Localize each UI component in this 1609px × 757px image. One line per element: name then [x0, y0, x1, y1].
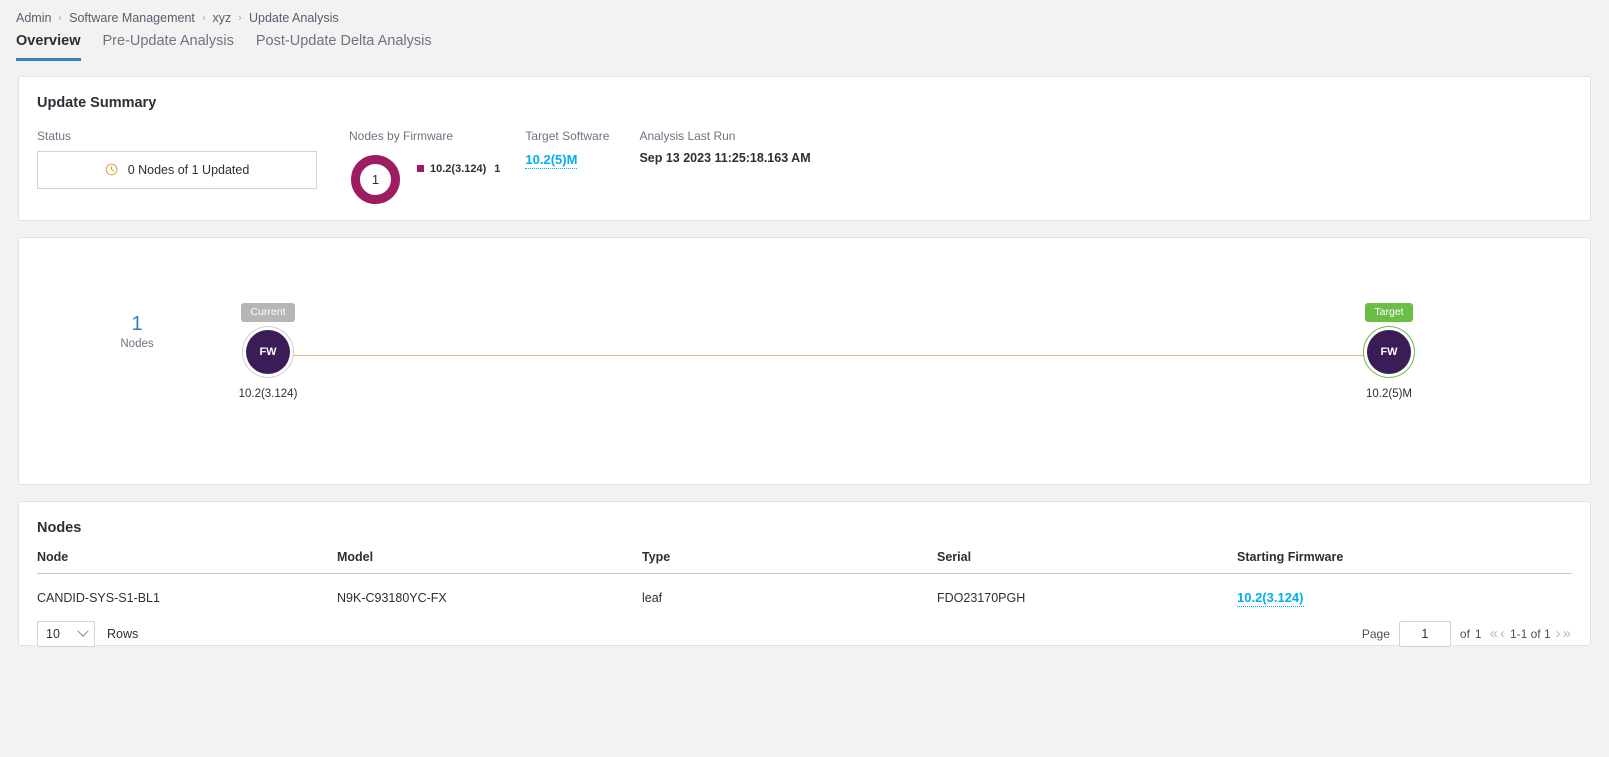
- target-software-link[interactable]: 10.2(5)M: [525, 152, 578, 169]
- breadcrumb-item-update-analysis: Update Analysis: [248, 11, 339, 25]
- firmware-timeline-card: 1 Nodes Current FW 10.2(3.124) Target FW…: [18, 236, 1591, 485]
- of-label: of: [1459, 626, 1470, 641]
- status-block: Status 0 Nodes of 1 Updated: [37, 129, 317, 206]
- breadcrumb-item-software-management[interactable]: Software Management: [69, 11, 195, 25]
- first-page-icon[interactable]: «: [1489, 626, 1499, 641]
- pagination-controls: Page of 1 « ‹ 1-1 of 1 › »: [1361, 620, 1572, 647]
- rows-label: Rows: [107, 626, 139, 641]
- table-row[interactable]: CANDID-SYS-S1-BL1 N9K-C93180YC-FX leaf F…: [37, 573, 1572, 607]
- analysis-last-run-label: Analysis Last Run: [639, 128, 736, 143]
- current-badge: Current: [241, 302, 295, 322]
- last-page-icon[interactable]: »: [1562, 626, 1572, 641]
- breadcrumb-item-admin[interactable]: Admin: [16, 11, 51, 25]
- timeline-target-node[interactable]: Target FW 10.2(5)M: [1329, 302, 1449, 400]
- breadcrumb-separator-icon: ›: [202, 12, 206, 24]
- column-header-serial[interactable]: Serial: [937, 549, 1237, 574]
- column-header-starting-firmware[interactable]: Starting Firmware: [1237, 549, 1572, 574]
- table-header-row: Node Model Type Serial Starting Firmware: [37, 549, 1572, 574]
- page-number-input[interactable]: [1398, 620, 1451, 647]
- cell-serial: FDO23170PGH: [937, 591, 1026, 606]
- target-software-label: Target Software: [525, 128, 610, 143]
- timeline-nodes-count: 1 Nodes: [117, 313, 157, 350]
- cell-type: leaf: [642, 591, 663, 606]
- total-pages: 1: [1474, 626, 1482, 641]
- tab-pre-update-analysis[interactable]: Pre-Update Analysis: [103, 33, 234, 61]
- nodes-card: Nodes Node Model Type Serial Starting Fi…: [18, 500, 1591, 647]
- donut-legend: 10.2(3.124) 1: [417, 163, 500, 175]
- page-range-text: 1-1 of 1: [1509, 626, 1551, 641]
- cell-model: N9K-C93180YC-FX: [337, 591, 447, 606]
- legend-value: 1: [494, 162, 501, 175]
- status-badge: 0 Nodes of 1 Updated: [37, 150, 317, 189]
- column-header-node[interactable]: Node: [37, 549, 337, 574]
- tab-post-update-delta-analysis[interactable]: Post-Update Delta Analysis: [256, 33, 432, 61]
- tab-overview[interactable]: Overview: [16, 33, 81, 61]
- update-summary-card: Update Summary Status 0 Nodes of 1 Updat…: [18, 75, 1591, 221]
- starting-firmware-link[interactable]: 10.2(3.124): [1237, 590, 1304, 607]
- timeline-nodes-count-value: 1: [131, 312, 143, 335]
- nodes-by-firmware-donut-chart: 1: [349, 153, 402, 206]
- update-summary-title: Update Summary: [37, 94, 157, 111]
- current-firmware-circle[interactable]: FW: [246, 329, 290, 374]
- timeline-nodes-count-label: Nodes: [120, 337, 154, 350]
- clock-icon: [105, 164, 118, 176]
- tab-bar: Overview Pre-Update Analysis Post-Update…: [0, 25, 1609, 61]
- page-label: Page: [1361, 626, 1390, 641]
- legend-label: 10.2(3.124): [430, 162, 487, 175]
- nodes-table: Node Model Type Serial Starting Firmware…: [37, 549, 1572, 607]
- current-firmware-label: 10.2(3.124): [238, 387, 298, 400]
- pagination-bar: 10 25 50 100 Rows Page of 1 « ‹ 1-1 of 1…: [19, 607, 1590, 647]
- status-text: 0 Nodes of 1 Updated: [127, 162, 250, 177]
- analysis-last-run-block: Analysis Last Run Sep 13 2023 11:25:18.1…: [639, 129, 810, 206]
- target-software-block: Target Software 10.2(5)M: [525, 129, 609, 206]
- status-label: Status: [37, 128, 72, 143]
- cell-node: CANDID-SYS-S1-BL1: [37, 591, 160, 606]
- breadcrumb: Admin › Software Management › xyz › Upda…: [0, 0, 1609, 25]
- target-firmware-circle[interactable]: FW: [1367, 329, 1411, 374]
- target-firmware-label: 10.2(5)M: [1365, 387, 1413, 400]
- legend-marker-icon: [417, 165, 424, 173]
- donut-center-value: 1: [371, 171, 380, 187]
- rows-per-page-select[interactable]: 10 25 50 100: [37, 620, 95, 647]
- analysis-last-run-value: Sep 13 2023 11:25:18.163 AM: [639, 150, 811, 165]
- nodes-by-firmware-block: Nodes by Firmware 1 10.2(3.124) 1: [349, 129, 500, 206]
- target-badge: Target: [1365, 302, 1413, 322]
- column-header-type[interactable]: Type: [642, 549, 937, 574]
- previous-page-icon[interactable]: ‹: [1499, 626, 1506, 641]
- cell-starting-firmware: 10.2(3.124): [1237, 573, 1572, 607]
- breadcrumb-item-xyz[interactable]: xyz: [213, 11, 232, 25]
- rows-per-page-wrapper: 10 25 50 100: [37, 620, 95, 647]
- nodes-title: Nodes: [37, 519, 82, 536]
- timeline-connector-line: [291, 354, 1381, 356]
- timeline-current-node[interactable]: Current FW 10.2(3.124): [208, 302, 328, 400]
- nodes-by-firmware-label: Nodes by Firmware: [349, 128, 454, 143]
- column-header-model[interactable]: Model: [337, 549, 642, 574]
- breadcrumb-separator-icon: ›: [238, 12, 242, 24]
- breadcrumb-separator-icon: ›: [58, 12, 62, 24]
- next-page-icon[interactable]: ›: [1555, 626, 1562, 641]
